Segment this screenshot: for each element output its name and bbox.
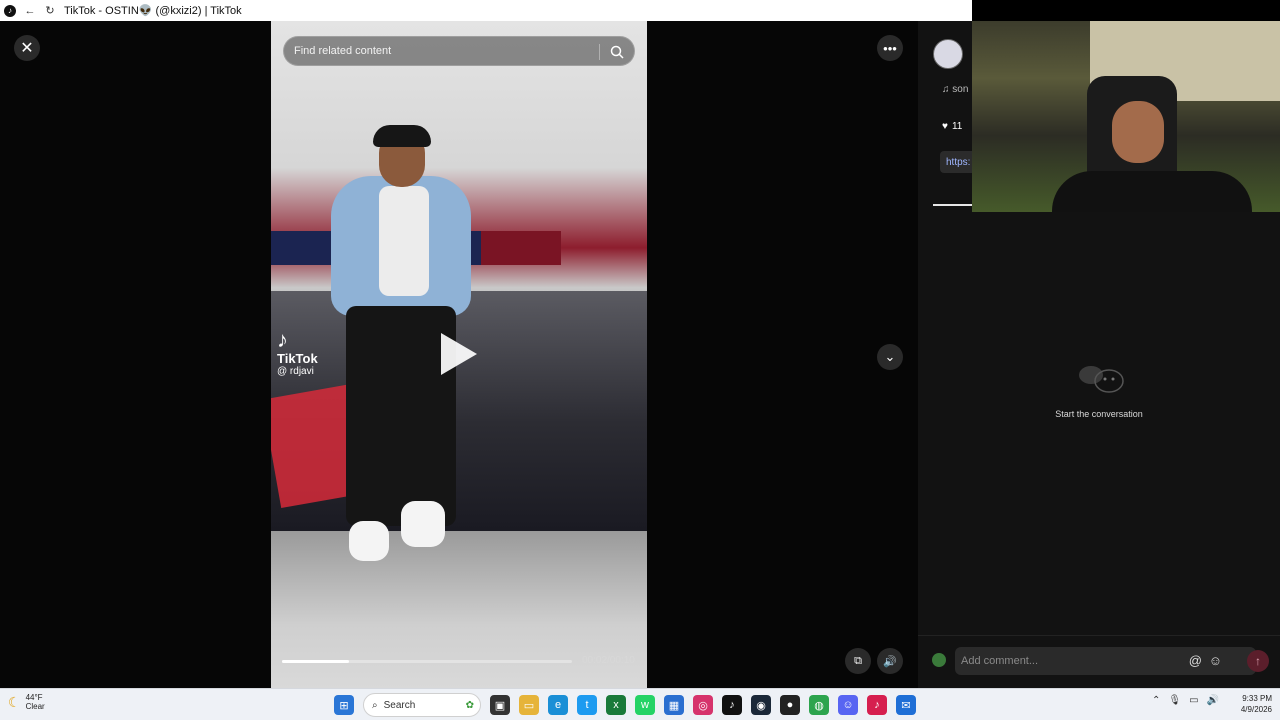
more-options-icon[interactable]: •••: [877, 35, 903, 61]
whatsapp-icon[interactable]: w: [635, 695, 655, 715]
moon-icon: ☾: [8, 693, 21, 710]
task-view-icon[interactable]: ▣: [490, 695, 510, 715]
related-search-field[interactable]: Find related content: [283, 36, 635, 66]
heart-icon[interactable]: ♥: [942, 121, 948, 132]
video-player[interactable]: Find related content ♪ TikTok @ rdjavi 0…: [271, 21, 647, 688]
related-search-placeholder: Find related content: [294, 45, 392, 57]
taskbar-icons: ⊞ ⌕ Search ✿ ▣ ▭ e t x w ▦ ◎ ♪ ◉ ● ◍ ☺ ♪…: [334, 693, 916, 717]
chevron-up-icon[interactable]: ⌃: [1152, 695, 1160, 706]
twitter-icon[interactable]: t: [577, 695, 597, 715]
taskbar-search[interactable]: ⌕ Search ✿: [363, 693, 481, 717]
like-count-value: 11: [951, 121, 963, 132]
start-icon[interactable]: ⊞: [334, 695, 354, 715]
taskbar: ☾ 44°F Clear ⊞ ⌕ Search ✿ ▣ ▭ e t x w ▦ …: [0, 688, 1280, 720]
app-icon[interactable]: ♪: [867, 695, 887, 715]
like-count[interactable]: ♥ 11: [942, 121, 962, 132]
music-label[interactable]: ♫ son: [942, 84, 968, 95]
steam-icon[interactable]: ◉: [751, 695, 771, 715]
tab-title: TikTok - OSTIN👽 (@kxizi2) | TikTok: [64, 5, 242, 17]
chrome-icon[interactable]: ◍: [809, 695, 829, 715]
reload-icon[interactable]: ↻: [44, 5, 56, 17]
creator-avatar[interactable]: [933, 39, 963, 69]
webcam-overlay: [972, 21, 1280, 212]
empty-comments: Start the conversation: [918, 361, 1280, 419]
empty-comments-text: Start the conversation: [1055, 409, 1143, 419]
play-icon[interactable]: [441, 333, 477, 375]
mail-icon[interactable]: ✉: [896, 695, 916, 715]
weather-condition: Clear: [25, 702, 45, 711]
watermark-name: TikTok: [277, 351, 318, 366]
comment-bar: Add comment... @ ☺ ↑: [918, 635, 1280, 688]
clock-time: 9:33 PM: [1242, 694, 1272, 703]
watermark-user: @ rdjavi: [277, 366, 314, 377]
volume-icon[interactable]: 🔊: [877, 648, 903, 674]
emoji-icon[interactable]: ☺: [1209, 653, 1222, 668]
instagram-icon[interactable]: ◎: [693, 695, 713, 715]
search-icon[interactable]: [609, 44, 625, 60]
xbox-icon[interactable]: x: [606, 695, 626, 715]
browser-titlebar: ♪ ← ↻ TikTok - OSTIN👽 (@kxizi2) | TikTok: [0, 0, 972, 21]
tiktok-icon[interactable]: ♪: [722, 695, 742, 715]
video-timer: 00:02/00:10: [582, 655, 635, 666]
store-icon[interactable]: ▦: [664, 695, 684, 715]
speaker-icon[interactable]: 🔊: [1207, 695, 1219, 706]
tiktok-logo-icon: ♪: [277, 327, 288, 352]
file-explorer-icon[interactable]: ▭: [519, 695, 539, 715]
copy-link-field[interactable]: https:: [940, 151, 977, 173]
tiktok-tab-icon: ♪: [4, 4, 16, 17]
video-stage: ✕ Find related content ♪ TikTok @ rdjavi…: [0, 21, 918, 688]
mention-icon[interactable]: @: [1189, 653, 1202, 668]
edge-icon[interactable]: e: [548, 695, 568, 715]
clock[interactable]: 9:33 PM 4/9/2026: [1241, 693, 1272, 715]
comment-placeholder: Add comment...: [961, 655, 1039, 667]
display-icon[interactable]: ▭: [1189, 695, 1198, 706]
video-progress-fill: [282, 660, 349, 663]
system-tray: ⌃ 🎙 ▭ 🔊: [1152, 695, 1219, 706]
weather-widget[interactable]: ☾ 44°F Clear: [8, 693, 45, 711]
taskbar-search-label: Search: [383, 699, 416, 711]
clock-date: 4/9/2026: [1240, 705, 1272, 714]
send-icon[interactable]: ↑: [1247, 650, 1269, 672]
obs-icon[interactable]: ●: [780, 695, 800, 715]
details-panel: ♫ son ♥ 11 https: Start the conversation…: [918, 21, 1280, 688]
back-arrow-icon[interactable]: ←: [24, 5, 36, 17]
chevron-down-icon[interactable]: ⌄: [877, 344, 903, 370]
comments-tab-indicator: [933, 204, 972, 206]
discord-icon[interactable]: ☺: [838, 695, 858, 715]
pip-icon[interactable]: ⧉: [845, 648, 871, 674]
weather-temp: 44°F: [25, 693, 43, 702]
conversation-icon: [1079, 366, 1124, 393]
search-icon: ⌕: [372, 699, 378, 711]
mic-icon[interactable]: 🎙: [1168, 695, 1181, 706]
tiktok-watermark: ♪ TikTok @ rdjavi: [277, 327, 318, 378]
video-progress-bar[interactable]: [282, 660, 572, 663]
comment-input[interactable]: Add comment... @ ☺: [955, 647, 1256, 675]
user-avatar: [932, 653, 946, 667]
close-icon[interactable]: ✕: [14, 35, 40, 61]
